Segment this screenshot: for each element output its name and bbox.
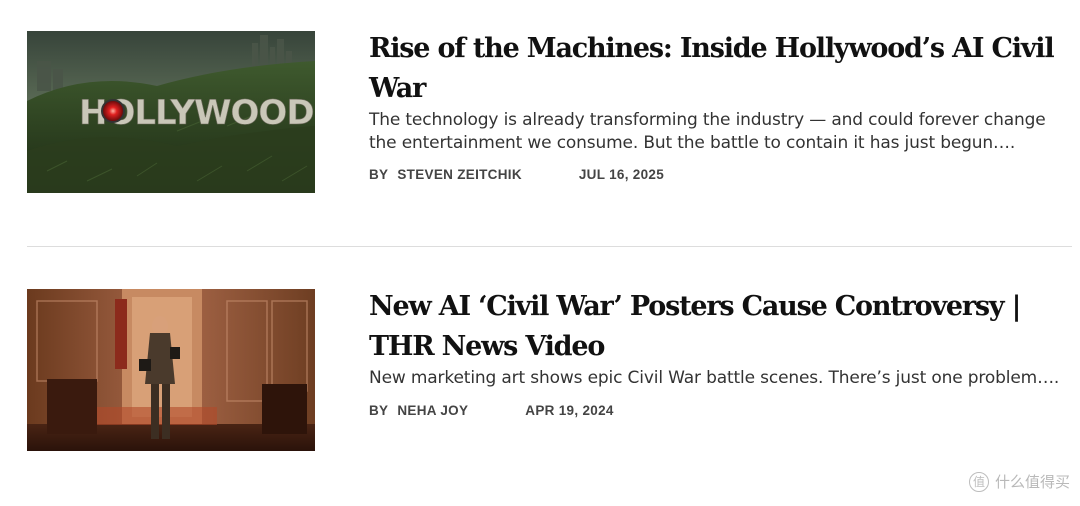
article-body: Rise of the Machines: Inside Hollywood’s…: [369, 31, 1069, 182]
article-body: New AI ‘Civil War’ Posters Cause Controv…: [369, 289, 1069, 418]
hollywood-sign-image: HOLLYWOOD: [27, 31, 315, 193]
article-meta: BY NEHA JOY APR 19, 2024: [369, 403, 1069, 418]
civil-war-still-image: [27, 289, 315, 451]
article-divider: [27, 246, 1072, 247]
author-link[interactable]: STEVEN ZEITCHIK: [397, 167, 522, 182]
byline-label: BY: [369, 167, 389, 182]
publish-date: APR 19, 2024: [525, 402, 614, 418]
article-dek: The technology is already transforming t…: [369, 110, 1046, 153]
author-link[interactable]: NEHA JOY: [397, 403, 468, 418]
article-meta: BY STEVEN ZEITCHIK JUL 16, 2025: [369, 167, 1069, 182]
watermark-text: 什么值得买: [994, 473, 1070, 491]
article-thumbnail[interactable]: HOLLYWOOD: [27, 31, 315, 193]
article-thumbnail[interactable]: [27, 289, 315, 451]
smzdm-logo-icon: 值: [968, 471, 989, 492]
red-eye-icon: [101, 99, 125, 123]
article-dek: New marketing art shows epic Civil War b…: [369, 368, 1060, 388]
article-headline[interactable]: New AI ‘Civil War’ Posters Cause Controv…: [369, 287, 1069, 367]
byline-label: BY: [369, 402, 389, 418]
article-headline[interactable]: Rise of the Machines: Inside Hollywood’s…: [369, 29, 1069, 109]
publish-date: JUL 16, 2025: [578, 167, 665, 182]
watermark: 值 什么值得买: [968, 471, 1070, 492]
